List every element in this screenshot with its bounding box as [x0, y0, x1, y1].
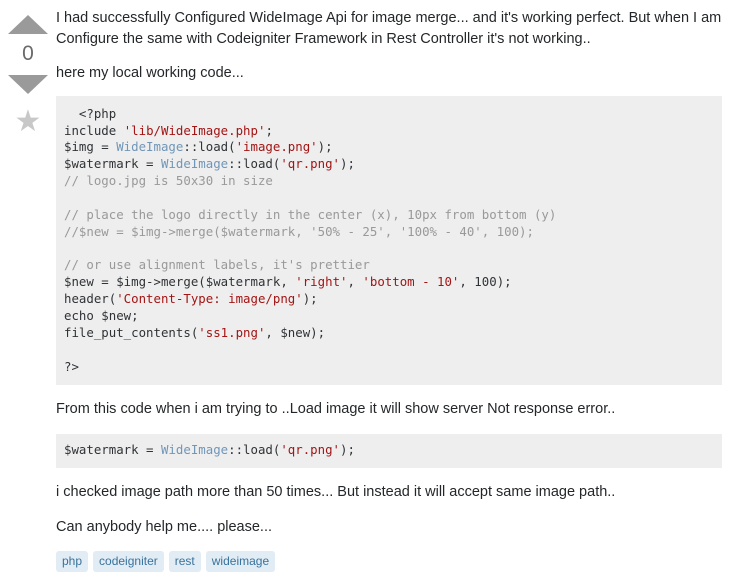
tag-list: php codeigniter rest wideimage: [56, 551, 722, 572]
question-post: 0 ★ I had successfully Configured WideIm…: [0, 0, 731, 572]
code-content-1: <?php include 'lib/WideImage.php'; $img …: [64, 106, 556, 374]
code-token: ::load(: [183, 139, 236, 155]
code-token: );: [340, 156, 355, 172]
code-token: include: [64, 122, 124, 138]
post-body: I had successfully Configured WideImage …: [56, 0, 731, 572]
vote-cell: 0 ★: [0, 0, 56, 572]
code-token: 'ss1.png': [198, 324, 266, 340]
code-token: header(: [64, 291, 117, 307]
code-token: ;: [265, 122, 273, 138]
code-token: WideImage: [160, 442, 229, 458]
paragraph-from-this-code: From this code when i am trying to ..Loa…: [56, 401, 616, 418]
code-token: 'image.png': [235, 139, 318, 155]
code-token: 'right': [295, 274, 348, 290]
code-token: );: [302, 291, 318, 307]
code-token: file_put_contents(: [64, 324, 199, 340]
code-token: //$new = $img->merge($watermark, '50% - …: [64, 223, 534, 239]
vote-count: 0: [22, 42, 34, 65]
tag-wideimage[interactable]: wideimage: [205, 551, 276, 572]
code-token: );: [317, 139, 333, 155]
tag-php[interactable]: php: [56, 551, 89, 572]
code-token: 'bottom - 10': [362, 274, 460, 290]
code-token: echo $new;: [64, 308, 139, 324]
code-token: $watermark =: [64, 156, 161, 172]
code-token: 'Content-Type: image/png': [116, 291, 303, 307]
code-token: $watermark =: [64, 442, 161, 458]
code-token: ::load(: [228, 156, 281, 172]
code-token: // or use alignment labels, it's prettie…: [64, 257, 370, 273]
code-token: WideImage: [160, 156, 229, 172]
code-block-2: $watermark = WideImage::load('qr.png');: [56, 434, 722, 468]
code-block-1: <?php include 'lib/WideImage.php'; $img …: [56, 95, 722, 386]
tag-codeigniter[interactable]: codeigniter: [93, 551, 164, 572]
code-token: WideImage: [116, 139, 184, 155]
code-token: 'qr.png': [280, 156, 341, 172]
code-token: // place the logo directly in the center…: [64, 206, 557, 222]
code-token: // logo.jpg is 50x30 in size: [64, 173, 273, 189]
code-token: ::load(: [228, 442, 281, 458]
code-token: );: [340, 442, 355, 458]
paragraph-here-code: here my local working code...: [56, 65, 244, 82]
code-token: $img =: [64, 139, 117, 155]
vote-up-icon[interactable]: [8, 15, 48, 34]
code-token: ?>: [64, 358, 79, 374]
code-token: $new = $img->merge($watermark,: [64, 274, 296, 290]
star-icon[interactable]: ★: [15, 107, 42, 137]
paragraph-intro: I had successfully Configured WideImage …: [56, 10, 722, 47]
code-token: <?php: [64, 105, 117, 121]
code-content-2: $watermark = WideImage::load('qr.png');: [64, 442, 355, 457]
code-token: 'lib/WideImage.php': [123, 122, 266, 138]
vote-down-icon[interactable]: [8, 75, 48, 94]
code-token: ,: [347, 274, 363, 290]
paragraph-help: Can anybody help me.... please...: [56, 518, 273, 535]
tag-rest[interactable]: rest: [168, 551, 201, 572]
code-token: , 100);: [459, 274, 512, 290]
code-token: , $new);: [265, 324, 326, 340]
post-text: I had successfully Configured WideImage …: [56, 8, 722, 537]
code-token: 'qr.png': [280, 442, 341, 458]
paragraph-checked-path: i checked image path more than 50 times.…: [56, 483, 616, 500]
